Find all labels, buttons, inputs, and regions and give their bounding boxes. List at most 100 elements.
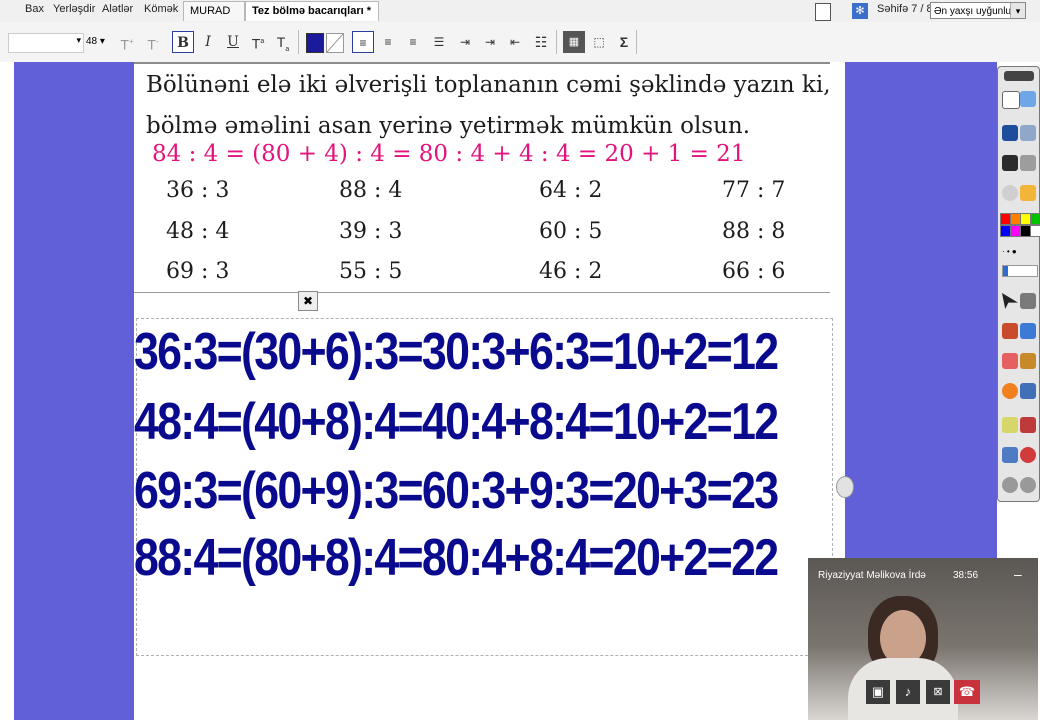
problem: 64 : 2 [539, 178, 603, 203]
problem: 46 : 2 [539, 259, 603, 284]
zoom-select-value: Ən yaxşı uyğunluq [934, 6, 1017, 17]
color-swatch[interactable] [1030, 213, 1040, 225]
refresh-icon[interactable] [1020, 447, 1036, 463]
align-right-button[interactable]: ≡ [402, 31, 424, 53]
subscript-button[interactable]: Ta [272, 31, 294, 53]
problem: 69 : 3 [166, 259, 230, 284]
minimize-button[interactable]: – [1014, 566, 1022, 582]
indent-increase-icon[interactable]: ⇥ [454, 31, 476, 53]
eraser-icon[interactable] [1002, 353, 1018, 369]
problem: 39 : 3 [339, 219, 403, 244]
problem: 36 : 3 [166, 178, 230, 203]
menu-help[interactable]: Kömək [144, 3, 178, 15]
tab-active-document[interactable]: Tez bölmə bacarıqları *⊗ [245, 1, 379, 36]
table-icon[interactable]: ▦ [563, 31, 585, 53]
grow-font-icon[interactable]: T+ [116, 31, 138, 53]
stroke-slider[interactable] [1002, 265, 1038, 277]
bullet-list-icon[interactable]: ☷ [530, 31, 552, 53]
play-icon[interactable] [1002, 185, 1018, 201]
fill-bucket-icon[interactable] [1020, 353, 1036, 369]
page-sorter-icon[interactable] [1002, 91, 1020, 109]
text-tool-icon[interactable] [1002, 417, 1018, 433]
indent-decrease-icon[interactable]: ⇤ [504, 31, 526, 53]
textbook-image[interactable]: Bölünəni elə iki əlverişli toplananın cə… [134, 62, 831, 293]
chevron-down-icon: ▾ [99, 36, 105, 47]
menu-view[interactable]: Bax [25, 3, 44, 15]
shapes-icon[interactable] [1002, 383, 1018, 399]
font-size-value: 48 [86, 36, 98, 47]
toolbar-separator [298, 30, 299, 54]
move-handle-icon[interactable]: ✖ [298, 291, 318, 311]
video-call-window[interactable]: Riyaziyyat Məlikova İrdə 38:56 – [808, 558, 1038, 720]
capture-icon[interactable] [1020, 155, 1036, 171]
problem: 66 : 6 [722, 259, 786, 284]
snowflake-icon[interactable]: ✻ [852, 3, 868, 19]
page-list-icon[interactable] [815, 3, 831, 21]
answer-line-1: 36:3=(30+6):3=30:3+6:3=10+2=12 [134, 323, 779, 381]
screen-shade-icon[interactable] [1002, 155, 1018, 171]
tools-icon[interactable] [1020, 293, 1036, 309]
font-size-select[interactable]: 48 ▾ [86, 33, 112, 51]
toolbar-separator [636, 30, 637, 54]
stroke-width-options[interactable]: · • ● [1002, 248, 1036, 256]
line-spacing-icon[interactable]: ☰ [428, 31, 450, 53]
tab-murad[interactable]: MURAD⊗ [183, 1, 245, 36]
palette-titlebar[interactable] [1004, 71, 1034, 81]
image-top-rule [134, 62, 830, 64]
problem: 77 : 7 [722, 178, 786, 203]
select-all-icon[interactable]: ⬚ [588, 31, 610, 53]
superscript-button[interactable]: Ta [247, 31, 269, 53]
camera-off-icon[interactable]: ▣ [866, 680, 890, 704]
problem: 55 : 5 [339, 259, 403, 284]
font-family-select[interactable]: ▾ [8, 33, 84, 53]
fill-color-button[interactable] [326, 33, 344, 53]
format-toolbar: ▾ 48 ▾ T+ T- B I U Ta Ta ≡ ≡ ≡ ☰ ⇥ ⇥ ⇤ ☷… [0, 22, 1040, 63]
chevron-down-icon[interactable]: ▾ [1010, 3, 1025, 18]
redo-icon[interactable] [1020, 477, 1036, 493]
caller-name: Riyaziyyat Məlikova İrdə [818, 570, 926, 581]
shrink-font-icon[interactable]: T- [142, 31, 164, 53]
microphone-icon[interactable]: ♪ [896, 680, 920, 704]
worked-example: 84 : 4 = (80 + 4) : 4 = 80 : 4 + 4 : 4 =… [152, 141, 746, 167]
end-call-icon[interactable]: ☎ [954, 680, 980, 704]
answer-line-3: 69:3=(60+9):3=60:3+9:3=20+3=23 [134, 462, 779, 520]
pen-mode-icon[interactable] [1002, 125, 1018, 141]
toolbar-separator [556, 30, 557, 54]
align-center-button[interactable]: ≡ [377, 31, 399, 53]
line-icon[interactable] [1020, 383, 1036, 399]
problem: 88 : 4 [339, 178, 403, 203]
gallery-icon[interactable] [1020, 91, 1036, 107]
undo-icon[interactable] [1002, 477, 1018, 493]
chevron-down-icon: ▾ [76, 35, 81, 45]
zoom-select[interactable]: Ən yaxşı uyğunluq ▾ [930, 2, 1026, 19]
tab-label: MURAD [190, 5, 231, 17]
text-color-button[interactable] [306, 33, 324, 53]
menu-insert[interactable]: Yerləşdir [53, 3, 95, 15]
color-wheel-icon[interactable] [1020, 185, 1036, 201]
indent-right-icon[interactable]: ⇥ [479, 31, 501, 53]
no-fill-icon [326, 33, 344, 53]
tool-palette: · • ● [997, 66, 1040, 502]
tab-label: Tez bölmə bacarıqları * [252, 5, 372, 17]
menu-bar: Bax Yerləşdir Alətlər Kömək MURAD⊗ Tez b… [0, 0, 1040, 36]
color-swatch[interactable] [1030, 225, 1040, 237]
menu-tools[interactable]: Alətlər [102, 3, 133, 15]
answer-line-4: 88:4=(80+8):4=80:4+8:4=20+2=22 [134, 529, 779, 587]
problem: 48 : 4 [166, 219, 230, 244]
resize-handle[interactable] [836, 476, 854, 498]
lock-icon[interactable] [1020, 417, 1036, 433]
problem: 60 : 5 [539, 219, 603, 244]
italic-button[interactable]: I [197, 31, 219, 53]
problem: 88 : 8 [722, 219, 786, 244]
underline-button[interactable]: U [222, 31, 244, 53]
share-screen-icon[interactable]: ⊠ [926, 680, 950, 704]
select-pointer-icon[interactable] [1002, 293, 1018, 309]
highlighter-icon[interactable] [1020, 323, 1036, 339]
flask-icon[interactable] [1002, 447, 1018, 463]
bold-button[interactable]: B [172, 31, 194, 53]
answer-line-2: 48:4=(40+8):4=40:4+8:4=10+2=12 [134, 393, 779, 451]
equation-button[interactable]: Σ [613, 31, 635, 53]
pen-icon[interactable] [1002, 323, 1018, 339]
align-left-button[interactable]: ≡ [352, 31, 374, 53]
properties-icon[interactable] [1020, 125, 1036, 141]
